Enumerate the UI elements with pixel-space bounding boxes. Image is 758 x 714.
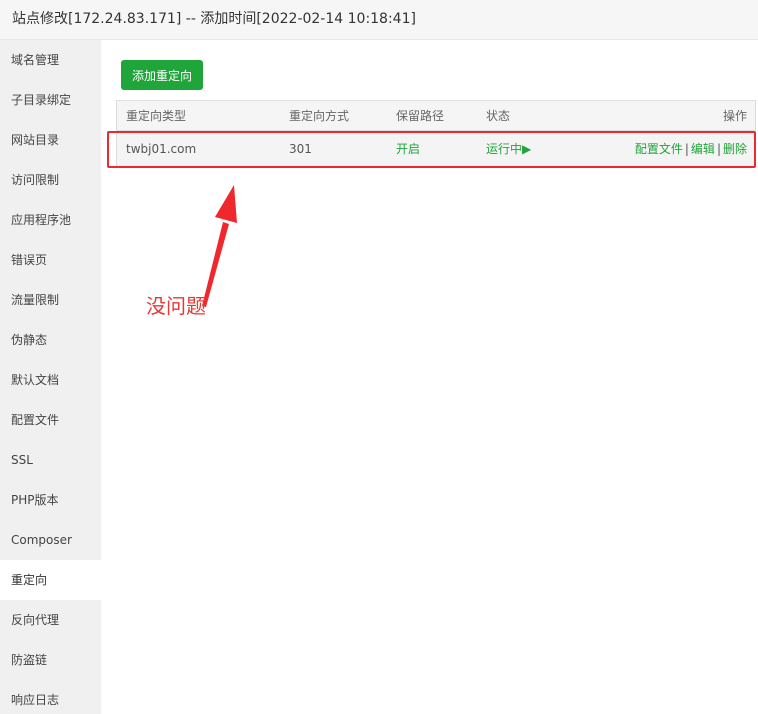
annotation-note: 没问题 bbox=[146, 294, 206, 318]
sidebar-item-subdir-binding[interactable]: 子目录绑定 bbox=[0, 80, 101, 120]
redirect-method-cell: 301 bbox=[289, 142, 312, 156]
window-title: 站点修改[172.24.83.171] -- 添加时间[2022-02-14 1… bbox=[0, 0, 758, 40]
add-redirect-button[interactable]: 添加重定向 bbox=[121, 60, 203, 90]
action-separator: | bbox=[684, 142, 689, 156]
header-status: 状态 bbox=[486, 109, 511, 123]
status-toggle[interactable]: 运行中▶ bbox=[486, 131, 531, 167]
main-panel: 添加重定向 重定向类型 重定向方式 保留路径 状态 操作 twbj01.com … bbox=[101, 40, 758, 714]
redirect-type-cell: twbj01.com bbox=[126, 142, 197, 156]
sidebar: 域名管理 子目录绑定 网站目录 访问限制 应用程序池 错误页 流量限制 伪静态 … bbox=[0, 40, 101, 714]
sidebar-item-access-limit[interactable]: 访问限制 bbox=[0, 160, 101, 200]
keep-path-toggle[interactable]: 开启 bbox=[396, 131, 420, 167]
delete-link[interactable]: 删除 bbox=[723, 142, 747, 156]
sidebar-item-domain[interactable]: 域名管理 bbox=[0, 40, 101, 80]
sidebar-item-hotlink-protection[interactable]: 防盗链 bbox=[0, 640, 101, 680]
sidebar-item-redirect[interactable]: 重定向 bbox=[0, 560, 101, 600]
sidebar-item-php-version[interactable]: PHP版本 bbox=[0, 480, 101, 520]
edit-link[interactable]: 编辑 bbox=[691, 142, 715, 156]
table-row: twbj01.com 301 开启 运行中▶ 配置文件 | 编辑 | 删除 bbox=[117, 131, 755, 167]
header-keep-path: 保留路径 bbox=[396, 109, 445, 123]
header-redirect-method: 重定向方式 bbox=[289, 109, 350, 123]
sidebar-item-config-file[interactable]: 配置文件 bbox=[0, 400, 101, 440]
sidebar-item-ssl[interactable]: SSL bbox=[0, 440, 101, 480]
sidebar-item-traffic-limit[interactable]: 流量限制 bbox=[0, 280, 101, 320]
action-separator: | bbox=[716, 142, 721, 156]
sidebar-item-composer[interactable]: Composer bbox=[0, 520, 101, 560]
redirect-table: 重定向类型 重定向方式 保留路径 状态 操作 twbj01.com 301 开启… bbox=[116, 100, 756, 167]
header-actions: 操作 bbox=[722, 109, 747, 123]
table-header: 重定向类型 重定向方式 保留路径 状态 操作 bbox=[117, 101, 755, 131]
sidebar-item-error-page[interactable]: 错误页 bbox=[0, 240, 101, 280]
sidebar-item-reverse-proxy[interactable]: 反向代理 bbox=[0, 600, 101, 640]
sidebar-item-response-log[interactable]: 响应日志 bbox=[0, 680, 101, 714]
sidebar-item-site-directory[interactable]: 网站目录 bbox=[0, 120, 101, 160]
row-actions: 配置文件 | 编辑 | 删除 bbox=[635, 131, 747, 167]
config-file-link[interactable]: 配置文件 bbox=[635, 142, 683, 156]
header-redirect-type: 重定向类型 bbox=[126, 109, 187, 123]
sidebar-item-rewrite[interactable]: 伪静态 bbox=[0, 320, 101, 360]
sidebar-item-default-doc[interactable]: 默认文档 bbox=[0, 360, 101, 400]
sidebar-item-app-pool[interactable]: 应用程序池 bbox=[0, 200, 101, 240]
